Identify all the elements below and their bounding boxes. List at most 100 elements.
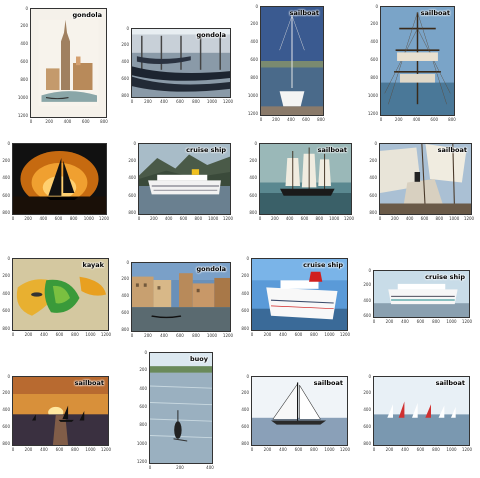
y-tick-label: 0 <box>7 256 10 261</box>
y-tick-label: 600 <box>2 192 10 198</box>
x-tick-label: 1200 <box>100 447 112 452</box>
y-tick-label: 600 <box>363 424 371 429</box>
y-tick-label: 800 <box>2 210 10 215</box>
x-tick-label: 1200 <box>463 216 475 221</box>
y-tick-label: 0 <box>246 256 249 261</box>
y-tick-label: 200 <box>370 21 378 26</box>
y-tick-label: 400 <box>2 175 10 180</box>
y-tick-label: 200 <box>363 282 371 288</box>
panel-image: sailboat <box>380 6 455 116</box>
x-tick-label: 1200 <box>461 319 473 324</box>
y-tick-label: 600 <box>241 424 249 429</box>
y-tick-label: 0 <box>246 374 249 379</box>
y-tick-label: 400 <box>2 407 10 412</box>
y-tick-label: 1000 <box>17 95 28 100</box>
y-tick-label: 0 <box>144 350 147 355</box>
y-tick-label: 400 <box>370 39 378 44</box>
y-tick-label: 400 <box>121 59 129 64</box>
class-label: sailboat <box>317 146 347 154</box>
y-tick-label: 600 <box>121 310 129 315</box>
y-tick-label: 400 <box>249 175 257 180</box>
panel-image: sailboat <box>373 376 470 446</box>
class-label: kayak <box>82 261 104 269</box>
y-tick-label: 0 <box>375 4 378 9</box>
y-tick-label: 600 <box>241 308 249 314</box>
y-tick-label: 1200 <box>247 111 258 116</box>
y-tick-label: 200 <box>2 157 10 163</box>
y-tick-label: 600 <box>250 57 258 62</box>
x-tick-label: 1200 <box>461 447 473 452</box>
class-label: cruise ship <box>303 261 343 269</box>
y-tick-label: 200 <box>241 390 249 395</box>
y-tick-label: 800 <box>121 93 129 98</box>
y-tick-label: 200 <box>363 390 371 395</box>
y-tick-label: 600 <box>249 192 257 198</box>
panel-image <box>12 143 107 215</box>
y-tick-label: 600 <box>128 192 136 198</box>
y-tick-label: 0 <box>7 374 10 379</box>
panel-image: sailboat <box>260 6 324 116</box>
x-tick-label: 0 <box>29 119 33 124</box>
x-tick-label: 1200 <box>339 332 351 337</box>
y-tick-label: 0 <box>133 141 136 146</box>
panel-image: gondola <box>131 28 231 98</box>
y-tick-label: 1000 <box>136 440 147 446</box>
y-tick-label: 200 <box>121 42 129 47</box>
y-tick-label: 0 <box>254 141 257 146</box>
x-tick-label: 400 <box>206 465 214 470</box>
y-tick-label: 800 <box>20 77 28 82</box>
class-label: sailboat <box>74 379 104 387</box>
image-grid: gondola 0 200 400 600 800 1000 1200 0 200 400 600 80… <box>0 0 480 478</box>
x-tick-label: 200 <box>176 465 184 470</box>
panel-image: cruise ship <box>251 258 348 331</box>
y-tick-label: 600 <box>2 424 10 429</box>
y-tick-label: 400 <box>128 175 136 180</box>
y-tick-label: 200 <box>249 157 257 163</box>
x-tick-label: 800 <box>317 117 325 122</box>
panel-image: sailboat <box>259 143 352 215</box>
y-tick-label: 200 <box>2 272 10 278</box>
y-tick-label: 0 <box>374 141 377 146</box>
class-label: gondola <box>196 265 226 273</box>
y-tick-label: 400 <box>20 41 28 46</box>
y-tick-label: 800 <box>128 210 136 215</box>
class-label: sailboat <box>420 9 450 17</box>
y-tick-label: 200 <box>139 367 147 373</box>
y-tick-label: 200 <box>369 157 377 163</box>
y-tick-label: 1200 <box>367 111 378 116</box>
y-tick-label: 200 <box>2 390 10 395</box>
panel-image: sailboat <box>251 376 348 446</box>
class-label: sailboat <box>437 146 467 154</box>
y-tick-label: 0 <box>25 6 28 11</box>
y-tick-label: 0 <box>126 26 129 31</box>
y-tick-label: 1200 <box>17 113 28 118</box>
x-tick-label: 0 <box>148 465 152 470</box>
y-tick-label: 800 <box>250 75 258 80</box>
class-label: sailboat <box>313 379 343 387</box>
y-tick-label: 200 <box>241 272 249 278</box>
y-tick-label: 800 <box>2 326 10 331</box>
y-tick-label: 800 <box>139 422 147 428</box>
x-tick-label: 200 <box>45 119 54 124</box>
y-tick-label: 800 <box>2 441 10 446</box>
y-tick-label: 400 <box>369 175 377 180</box>
y-tick-label: 1200 <box>136 459 147 464</box>
y-tick-label: 400 <box>241 290 249 296</box>
class-label: sailboat <box>435 379 465 387</box>
panel-image: kayak <box>12 258 109 331</box>
y-tick-label: 0 <box>368 374 371 379</box>
y-tick-label: 1000 <box>247 93 258 98</box>
y-tick-label: 200 <box>128 157 136 163</box>
y-tick-label: 800 <box>241 326 249 331</box>
class-label: gondola <box>72 11 102 19</box>
x-tick-label: 1200 <box>339 447 351 452</box>
x-tick-label: 1200 <box>98 216 110 221</box>
y-tick-label: 600 <box>139 404 147 409</box>
class-label: cruise ship <box>186 146 226 154</box>
y-tick-label: 600 <box>369 192 377 198</box>
y-tick-label: 800 <box>121 327 129 332</box>
y-tick-label: 600 <box>121 76 129 81</box>
y-tick-label: 800 <box>363 441 371 446</box>
x-tick-label: 1200 <box>222 333 234 338</box>
class-label: buoy <box>190 355 208 363</box>
